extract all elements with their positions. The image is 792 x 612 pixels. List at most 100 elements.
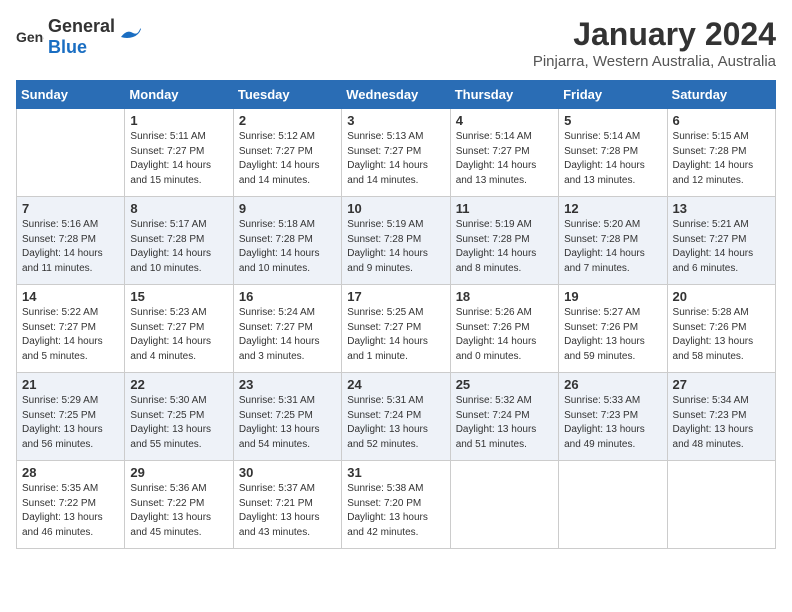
calendar-cell: 28Sunrise: 5:35 AM Sunset: 7:22 PM Dayli… xyxy=(17,461,125,549)
day-info: Sunrise: 5:11 AM Sunset: 7:27 PM Dayligh… xyxy=(130,130,227,188)
calendar-cell: 7 Sunrise: 5:16 AM Sunset: 7:28 PM Daylig… xyxy=(17,197,125,285)
calendar-cell: 26 Sunrise: 5:33 AM Sunset: 7:23 PM Dayli… xyxy=(559,373,667,461)
calendar-cell: 22 Sunrise: 5:30 AM Sunset: 7:25 PM Dayli… xyxy=(125,373,233,461)
day-number: 7 xyxy=(22,201,119,216)
calendar-cell: 3 Sunrise: 5:13 AM Sunset: 7:27 PM Daylig… xyxy=(342,109,450,197)
logo-bird-icon xyxy=(119,27,141,47)
day-number: 11 xyxy=(456,201,553,216)
day-info: Sunrise: 5:17 AM Sunset: 7:28 PM Dayligh… xyxy=(130,218,227,276)
calendar-cell: 6 Sunrise: 5:15 AM Sunset: 7:28 PM Daylig… xyxy=(667,109,775,197)
day-number: 3 xyxy=(347,113,444,128)
day-info: Sunrise: 5:15 AM Sunset: 7:28 PM Dayligh… xyxy=(673,130,770,188)
day-number: 25 xyxy=(456,377,553,392)
calendar-cell: 19Sunrise: 5:27 AM Sunset: 7:26 PM Dayli… xyxy=(559,285,667,373)
day-number: 22 xyxy=(130,377,227,392)
logo: General General Blue xyxy=(16,16,141,58)
calendar-table: SundayMondayTuesdayWednesdayThursdayFrid… xyxy=(16,80,776,549)
day-number: 10 xyxy=(347,201,444,216)
calendar-cell xyxy=(450,461,558,549)
day-info: Sunrise: 5:37 AM Sunset: 7:21 PM Dayligh… xyxy=(239,482,336,540)
day-number: 4 xyxy=(456,113,553,128)
day-info: Sunrise: 5:33 AM Sunset: 7:23 PM Dayligh… xyxy=(564,394,661,452)
calendar-cell: 21 Sunrise: 5:29 AM Sunset: 7:25 PM Dayli… xyxy=(17,373,125,461)
calendar-cell: 23Sunrise: 5:31 AM Sunset: 7:25 PM Dayli… xyxy=(233,373,341,461)
day-number: 15 xyxy=(130,289,227,304)
day-info: Sunrise: 5:18 AM Sunset: 7:28 PM Dayligh… xyxy=(239,218,336,276)
calendar-cell: 12 Sunrise: 5:20 AM Sunset: 7:28 PM Dayli… xyxy=(559,197,667,285)
svg-text:General: General xyxy=(16,29,44,45)
calendar-cell: 25 Sunrise: 5:32 AM Sunset: 7:24 PM Dayli… xyxy=(450,373,558,461)
week-row-2: 7 Sunrise: 5:16 AM Sunset: 7:28 PM Daylig… xyxy=(17,197,776,285)
day-info: Sunrise: 5:29 AM Sunset: 7:25 PM Dayligh… xyxy=(22,394,119,452)
day-info: Sunrise: 5:31 AM Sunset: 7:25 PM Dayligh… xyxy=(239,394,336,452)
calendar-cell: 4 Sunrise: 5:14 AM Sunset: 7:27 PM Daylig… xyxy=(450,109,558,197)
day-number: 1 xyxy=(130,113,227,128)
header-day-monday: Monday xyxy=(125,81,233,109)
header-row: SundayMondayTuesdayWednesdayThursdayFrid… xyxy=(17,81,776,109)
day-info: Sunrise: 5:16 AM Sunset: 7:28 PM Dayligh… xyxy=(22,218,119,276)
logo-general-text: General xyxy=(48,16,115,36)
week-row-3: 14Sunrise: 5:22 AM Sunset: 7:27 PM Dayli… xyxy=(17,285,776,373)
header-day-thursday: Thursday xyxy=(450,81,558,109)
calendar-cell: 16Sunrise: 5:24 AM Sunset: 7:27 PM Dayli… xyxy=(233,285,341,373)
header-day-friday: Friday xyxy=(559,81,667,109)
day-number: 6 xyxy=(673,113,770,128)
day-info: Sunrise: 5:26 AM Sunset: 7:26 PM Dayligh… xyxy=(456,306,553,364)
day-info: Sunrise: 5:20 AM Sunset: 7:28 PM Dayligh… xyxy=(564,218,661,276)
day-number: 9 xyxy=(239,201,336,216)
calendar-cell: 15 Sunrise: 5:23 AM Sunset: 7:27 PM Dayli… xyxy=(125,285,233,373)
day-number: 18 xyxy=(456,289,553,304)
header: General General Blue January 2024 Pinjar… xyxy=(16,16,776,70)
calendar-cell: 2 Sunrise: 5:12 AM Sunset: 7:27 PM Daylig… xyxy=(233,109,341,197)
calendar-cell: 10 Sunrise: 5:19 AM Sunset: 7:28 PM Dayli… xyxy=(342,197,450,285)
calendar-cell: 17Sunrise: 5:25 AM Sunset: 7:27 PM Dayli… xyxy=(342,285,450,373)
calendar-cell: 20 Sunrise: 5:28 AM Sunset: 7:26 PM Dayli… xyxy=(667,285,775,373)
day-number: 27 xyxy=(673,377,770,392)
day-number: 29 xyxy=(130,465,227,480)
day-info: Sunrise: 5:23 AM Sunset: 7:27 PM Dayligh… xyxy=(130,306,227,364)
day-info: Sunrise: 5:24 AM Sunset: 7:27 PM Dayligh… xyxy=(239,306,336,364)
day-number: 12 xyxy=(564,201,661,216)
calendar-cell: 9 Sunrise: 5:18 AM Sunset: 7:28 PM Daylig… xyxy=(233,197,341,285)
week-row-4: 21 Sunrise: 5:29 AM Sunset: 7:25 PM Dayli… xyxy=(17,373,776,461)
day-info: Sunrise: 5:30 AM Sunset: 7:25 PM Dayligh… xyxy=(130,394,227,452)
calendar-cell: 24Sunrise: 5:31 AM Sunset: 7:24 PM Dayli… xyxy=(342,373,450,461)
day-info: Sunrise: 5:13 AM Sunset: 7:27 PM Dayligh… xyxy=(347,130,444,188)
day-number: 24 xyxy=(347,377,444,392)
calendar-cell: 14Sunrise: 5:22 AM Sunset: 7:27 PM Dayli… xyxy=(17,285,125,373)
calendar-cell: 13Sunrise: 5:21 AM Sunset: 7:27 PM Dayli… xyxy=(667,197,775,285)
day-number: 5 xyxy=(564,113,661,128)
day-info: Sunrise: 5:19 AM Sunset: 7:28 PM Dayligh… xyxy=(347,218,444,276)
day-info: Sunrise: 5:36 AM Sunset: 7:22 PM Dayligh… xyxy=(130,482,227,540)
day-number: 8 xyxy=(130,201,227,216)
title-section: January 2024 Pinjarra, Western Australia… xyxy=(533,16,776,70)
month-title: January 2024 xyxy=(533,16,776,53)
calendar-cell: 8 Sunrise: 5:17 AM Sunset: 7:28 PM Daylig… xyxy=(125,197,233,285)
day-info: Sunrise: 5:38 AM Sunset: 7:20 PM Dayligh… xyxy=(347,482,444,540)
day-info: Sunrise: 5:34 AM Sunset: 7:23 PM Dayligh… xyxy=(673,394,770,452)
day-info: Sunrise: 5:12 AM Sunset: 7:27 PM Dayligh… xyxy=(239,130,336,188)
calendar-cell: 31 Sunrise: 5:38 AM Sunset: 7:20 PM Dayli… xyxy=(342,461,450,549)
day-info: Sunrise: 5:25 AM Sunset: 7:27 PM Dayligh… xyxy=(347,306,444,364)
day-info: Sunrise: 5:35 AM Sunset: 7:22 PM Dayligh… xyxy=(22,482,119,540)
day-info: Sunrise: 5:28 AM Sunset: 7:26 PM Dayligh… xyxy=(673,306,770,364)
logo-blue-text: Blue xyxy=(48,37,87,57)
header-day-saturday: Saturday xyxy=(667,81,775,109)
calendar-cell xyxy=(667,461,775,549)
day-info: Sunrise: 5:32 AM Sunset: 7:24 PM Dayligh… xyxy=(456,394,553,452)
header-day-wednesday: Wednesday xyxy=(342,81,450,109)
calendar-cell xyxy=(559,461,667,549)
day-info: Sunrise: 5:19 AM Sunset: 7:28 PM Dayligh… xyxy=(456,218,553,276)
day-info: Sunrise: 5:14 AM Sunset: 7:27 PM Dayligh… xyxy=(456,130,553,188)
day-number: 26 xyxy=(564,377,661,392)
day-number: 2 xyxy=(239,113,336,128)
calendar-cell: 11 Sunrise: 5:19 AM Sunset: 7:28 PM Dayli… xyxy=(450,197,558,285)
day-info: Sunrise: 5:14 AM Sunset: 7:28 PM Dayligh… xyxy=(564,130,661,188)
calendar-cell xyxy=(17,109,125,197)
day-number: 31 xyxy=(347,465,444,480)
day-number: 20 xyxy=(673,289,770,304)
calendar-cell: 30Sunrise: 5:37 AM Sunset: 7:21 PM Dayli… xyxy=(233,461,341,549)
week-row-1: 1 Sunrise: 5:11 AM Sunset: 7:27 PM Daylig… xyxy=(17,109,776,197)
day-number: 21 xyxy=(22,377,119,392)
header-day-sunday: Sunday xyxy=(17,81,125,109)
